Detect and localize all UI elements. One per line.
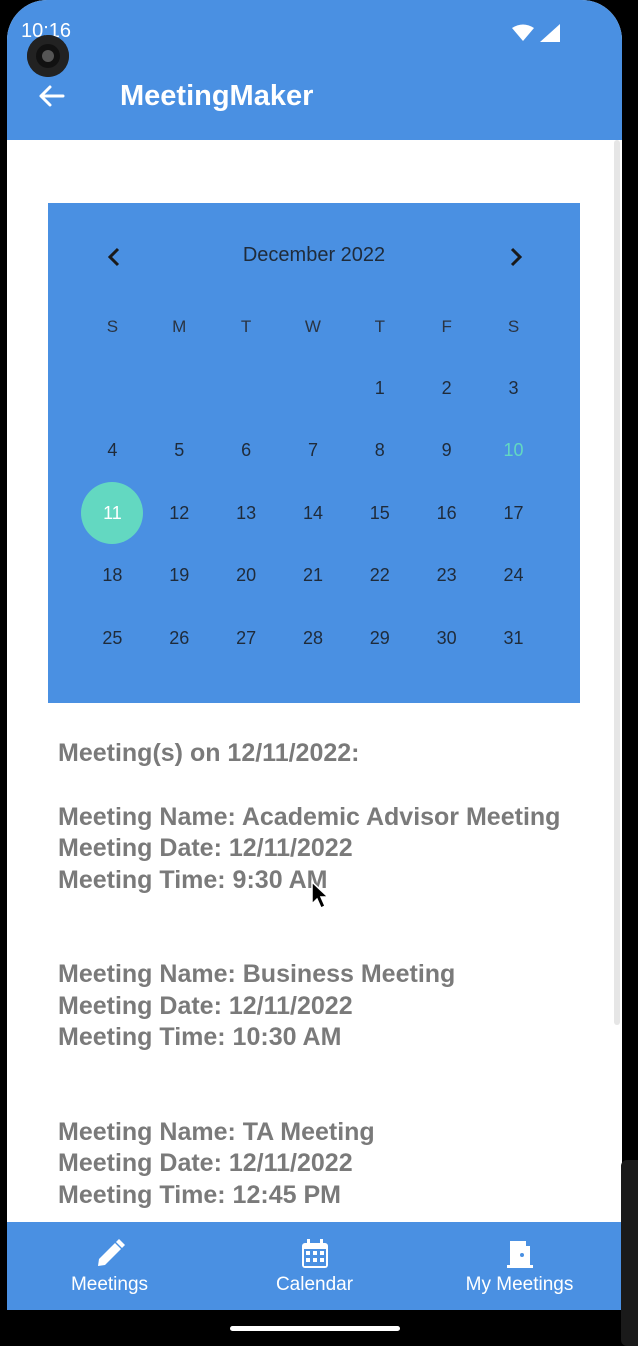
back-arrow-icon [39, 85, 65, 107]
calendar-day-28[interactable]: 28 [280, 607, 347, 669]
chevron-right-icon [510, 247, 523, 267]
calendar-day-22[interactable]: 22 [346, 545, 413, 607]
calendar-empty-cell [213, 357, 280, 419]
calendar-day-19[interactable]: 19 [146, 545, 213, 607]
mouse-cursor-icon [311, 880, 330, 910]
calendar-day-27[interactable]: 27 [213, 607, 280, 669]
pencil-icon [97, 1239, 125, 1266]
nav-my-meetings[interactable]: My Meetings [417, 1222, 622, 1310]
day-of-week-label: S [507, 317, 520, 336]
calendar-day-5[interactable]: 5 [146, 420, 213, 482]
door-icon [506, 1241, 533, 1268]
side-control-panel [621, 1160, 638, 1346]
day-of-week-label: F [441, 317, 452, 336]
phone-screen: 10:16 MeetingMaker December 2022 S M T W… [7, 0, 622, 1310]
meeting-name: Meeting Name: Business Meeting [58, 960, 456, 988]
calendar-week-row: 123 [79, 357, 547, 419]
calendar-day-number: 11 [103, 502, 122, 523]
calendar-day-4[interactable]: 4 [79, 420, 146, 482]
back-button[interactable] [33, 78, 69, 114]
calendar-day-25[interactable]: 25 [79, 607, 146, 669]
calendar-week-row: 11 12 13 14 15 16 17 [79, 482, 547, 544]
meeting-date: Meeting Date: 12/11/2022 [58, 991, 353, 1020]
calendar-day-24[interactable]: 24 [480, 545, 547, 607]
bottom-navigation: Meetings Calendar My Meetings [7, 1222, 622, 1310]
calendar: December 2022 S M T W T F S 1 2 3 4 5 6 7 8 9 10 1… [48, 203, 580, 703]
meetings-list: Meeting(s) on 12/11/2022: Meeting Name: … [58, 738, 598, 1274]
calendar-day-3[interactable]: 3 [480, 357, 547, 419]
calendar-day-14[interactable]: 14 [280, 482, 347, 544]
day-of-week-label: T [240, 317, 252, 336]
status-icons [512, 24, 560, 42]
nav-label: My Meetings [465, 1274, 574, 1295]
calendar-day-26[interactable]: 26 [146, 607, 213, 669]
meeting-name: Meeting Name: TA Meeting [58, 1117, 375, 1146]
nav-calendar[interactable]: Calendar [212, 1222, 417, 1310]
meeting-time: Meeting Time: 10:30 AM [58, 1023, 342, 1051]
meeting-entry: Meeting Name: Business Meeting Meeting D… [58, 959, 598, 1054]
calendar-day-21[interactable]: 21 [280, 545, 347, 607]
calendar-day-15[interactable]: 15 [346, 482, 413, 544]
calendar-day-12[interactable]: 12 [146, 482, 213, 544]
meeting-entry: Meeting Name: TA Meeting Meeting Date: 1… [58, 1117, 598, 1212]
calendar-day-8[interactable]: 8 [346, 420, 413, 482]
meeting-name: Meeting Name: Academic Advisor Meeting [58, 802, 561, 831]
calendar-day-6[interactable]: 6 [213, 420, 280, 482]
day-of-week-label: S [106, 317, 119, 336]
calendar-day-30[interactable]: 30 [413, 607, 480, 669]
meeting-date: Meeting Date: 12/11/2022 [58, 834, 353, 862]
camera-cutout [27, 35, 69, 77]
calendar-day-29[interactable]: 29 [346, 607, 413, 669]
calendar-week-row: 18 19 20 21 22 23 24 [79, 545, 547, 607]
wifi-icon [512, 24, 534, 41]
calendar-day-17[interactable]: 17 [480, 482, 547, 544]
nav-label: Calendar [275, 1274, 354, 1295]
meeting-time: Meeting Time: 12:45 PM [58, 1180, 341, 1209]
calendar-day-16[interactable]: 16 [413, 482, 480, 544]
calendar-day-11[interactable]: 11 [79, 482, 146, 544]
day-of-week-label: M [172, 317, 187, 336]
calendar-empty-cell [146, 357, 213, 419]
app-title: MeetingMaker [120, 80, 314, 112]
calendar-empty-cell [280, 357, 347, 419]
calendar-day-31[interactable]: 31 [480, 607, 547, 669]
day-of-week-label: W [304, 317, 321, 336]
nav-meetings[interactable]: Meetings [7, 1222, 212, 1310]
calendar-day-9[interactable]: 9 [413, 420, 480, 482]
home-indicator[interactable] [230, 1326, 400, 1331]
calendar-empty-cell [79, 357, 146, 419]
calendar-week-row: 4 5 6 7 8 9 10 [79, 420, 547, 482]
calendar-day-23[interactable]: 23 [413, 545, 480, 607]
meetings-heading: Meeting(s) on 12/11/2022: [58, 739, 360, 767]
next-month-button[interactable] [500, 241, 532, 273]
app-bar: 10:16 MeetingMaker [7, 0, 622, 140]
calendar-day-7[interactable]: 7 [280, 420, 347, 482]
calendar-day-10[interactable]: 10 [480, 420, 547, 482]
calendar-day-18[interactable]: 18 [79, 545, 146, 607]
calendar-day-20[interactable]: 20 [213, 545, 280, 607]
calendar-day-2[interactable]: 2 [413, 357, 480, 419]
nav-label: Meetings [70, 1274, 149, 1295]
meeting-date: Meeting Date: 12/11/2022 [58, 1149, 353, 1177]
calendar-day-1[interactable]: 1 [346, 357, 413, 419]
scrollbar[interactable] [614, 140, 620, 1025]
signal-icon [540, 24, 560, 42]
days-of-week-row: S M T W T F S [79, 317, 547, 337]
day-of-week-label: T [374, 317, 385, 336]
calendar-week-row: 25 26 27 28 29 30 31 [79, 607, 547, 669]
calendar-day-13[interactable]: 13 [213, 482, 280, 544]
calendar-icon [301, 1239, 328, 1268]
